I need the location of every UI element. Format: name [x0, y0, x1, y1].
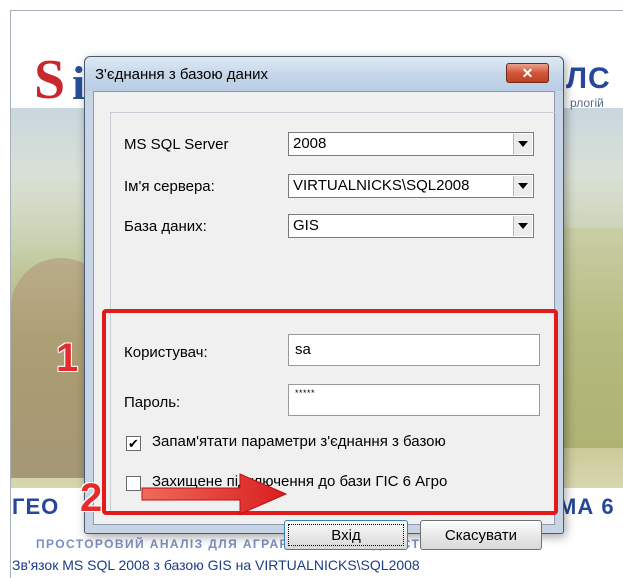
server-version-label: MS SQL Server — [124, 136, 229, 153]
remember-checkbox-label[interactable]: Запам'ятати параметри з'єднання з базою — [152, 433, 446, 450]
splash-brand-title: ЛС — [566, 62, 611, 95]
database-value: GIS — [293, 217, 319, 234]
user-label: Користувач: — [124, 344, 208, 361]
server-name-dropdown-button[interactable] — [513, 176, 532, 196]
annotation-arrow-icon — [141, 473, 288, 515]
server-version-select[interactable]: 2008 — [288, 132, 534, 156]
password-input[interactable]: ***** — [288, 384, 540, 416]
server-name-label: Ім'я сервера: — [124, 178, 215, 195]
database-select[interactable]: GIS — [288, 214, 534, 238]
dialog-client-area: MS SQL Server 2008 Ім'я сервера: VIRTUAL… — [93, 91, 558, 550]
user-input[interactable]: sa — [288, 334, 540, 366]
server-version-value: 2008 — [293, 135, 327, 152]
splash-logo-letter: S — [34, 49, 66, 111]
password-label: Пароль: — [124, 394, 181, 411]
database-dropdown-button[interactable] — [513, 216, 532, 236]
server-name-select[interactable]: VIRTUALNICKS\SQL2008 — [288, 174, 534, 198]
splash-banner-left: ГЕО — [12, 494, 60, 519]
password-input-value: ***** — [295, 388, 316, 398]
splash-brand-subtitle: рлогій — [570, 96, 604, 110]
chevron-down-icon — [518, 223, 528, 229]
close-icon: ✕ — [521, 64, 534, 81]
remember-checkbox[interactable]: ✔ — [126, 436, 141, 451]
secure-connection-checkbox[interactable] — [126, 476, 141, 491]
db-connection-dialog: З'єднання з базою даних ✕ MS SQL Server … — [84, 56, 564, 550]
annotation-step-2: 2 — [80, 476, 103, 520]
server-version-dropdown-button[interactable] — [513, 134, 532, 154]
close-button[interactable]: ✕ — [506, 63, 549, 83]
chevron-down-icon — [518, 141, 528, 147]
cancel-button[interactable]: Скасувати — [420, 520, 542, 550]
dialog-titlebar[interactable]: З'єднання з базою даних ✕ — [85, 57, 563, 91]
annotation-step-1: 1 — [56, 336, 79, 380]
database-label: База даних: — [124, 218, 207, 235]
login-button[interactable]: Вхід — [284, 520, 408, 550]
checkmark-icon: ✔ — [128, 436, 139, 451]
splash-banner-right: МА 6 — [558, 494, 615, 519]
server-name-value: VIRTUALNICKS\SQL2008 — [293, 177, 470, 194]
chevron-down-icon — [518, 183, 528, 189]
dialog-title: З'єднання з базою даних — [95, 66, 269, 83]
splash-status-text: Зв'язок MS SQL 2008 з базою GIS на VIRTU… — [12, 557, 420, 573]
user-input-value: sa — [295, 341, 311, 358]
